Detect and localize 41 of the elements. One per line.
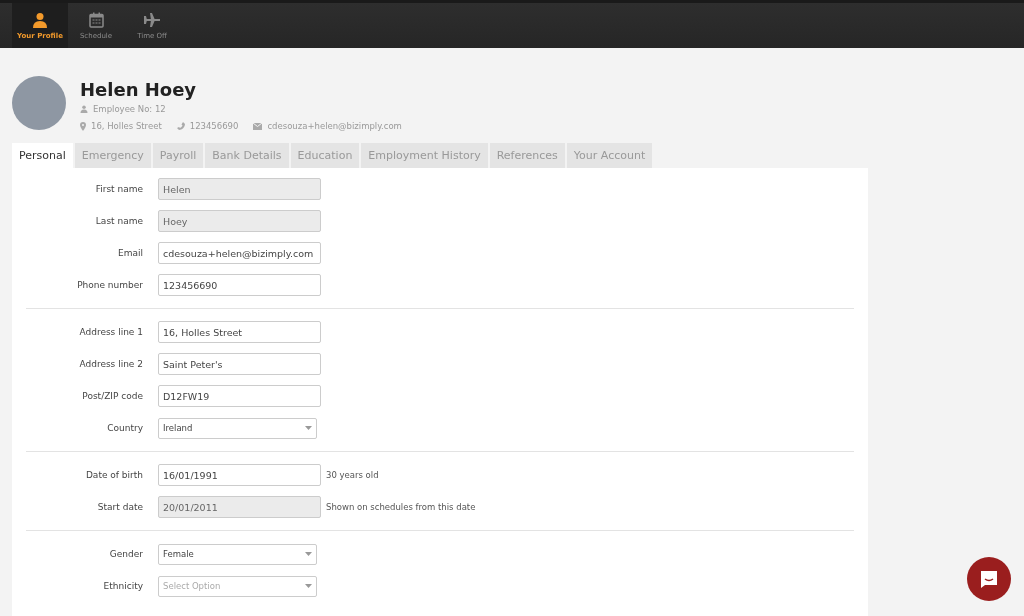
photo-placeholder [12,76,66,130]
envelope-icon [253,122,263,130]
caret-icon [305,552,312,556]
airplane-icon [143,11,161,28]
field-label: Gender [108,549,144,559]
field-label: First name [94,184,144,194]
field-note: 30 years old [326,470,379,480]
text-field[interactable]: 16/01/1991 [158,464,321,486]
field-label: Date of birth [84,470,144,480]
employee-name: Helen Hoey [80,79,198,100]
chat-button[interactable] [967,557,1011,601]
field-note: Shown on schedules from this date [326,502,476,512]
text-field[interactable]: D12FW19 [158,385,321,407]
person-icon [80,105,88,113]
field-label: Start date [96,502,144,512]
email-text: cdesouza+helen@bizimply.com [267,121,402,131]
field-label: Email [117,248,144,258]
dropdown[interactable]: Female [158,543,317,565]
text-field[interactable]: 123456690 [158,274,321,296]
person-icon [32,11,48,28]
calendar-icon [88,11,104,28]
field-label: Last name [94,216,144,226]
address-text: 16, Holles Street [91,121,162,131]
phone-text: 123456690 [189,121,239,131]
field-label: Address line 2 [78,359,144,369]
field-label: Post/ZIP code [81,391,144,401]
text-field[interactable]: Saint Peter's [158,353,321,375]
field-label: Country [106,423,144,433]
field-label: Address line 1 [78,327,144,337]
phone-icon [176,122,185,130]
field-label: Phone number [76,280,144,290]
dropdown[interactable]: Ireland [158,417,317,439]
caret-icon [305,584,312,588]
chat-icon [980,570,998,588]
tab[interactable]: Personal [12,143,73,168]
caret-icon [305,426,312,430]
text-field[interactable]: cdesouza+helen@bizimply.com [158,242,321,264]
location-pin-icon [80,121,86,131]
text-field[interactable]: 16, Holles Street [158,321,321,343]
employee-number: Employee No: 12 [93,104,166,114]
field-label: Ethnicity [102,581,144,591]
